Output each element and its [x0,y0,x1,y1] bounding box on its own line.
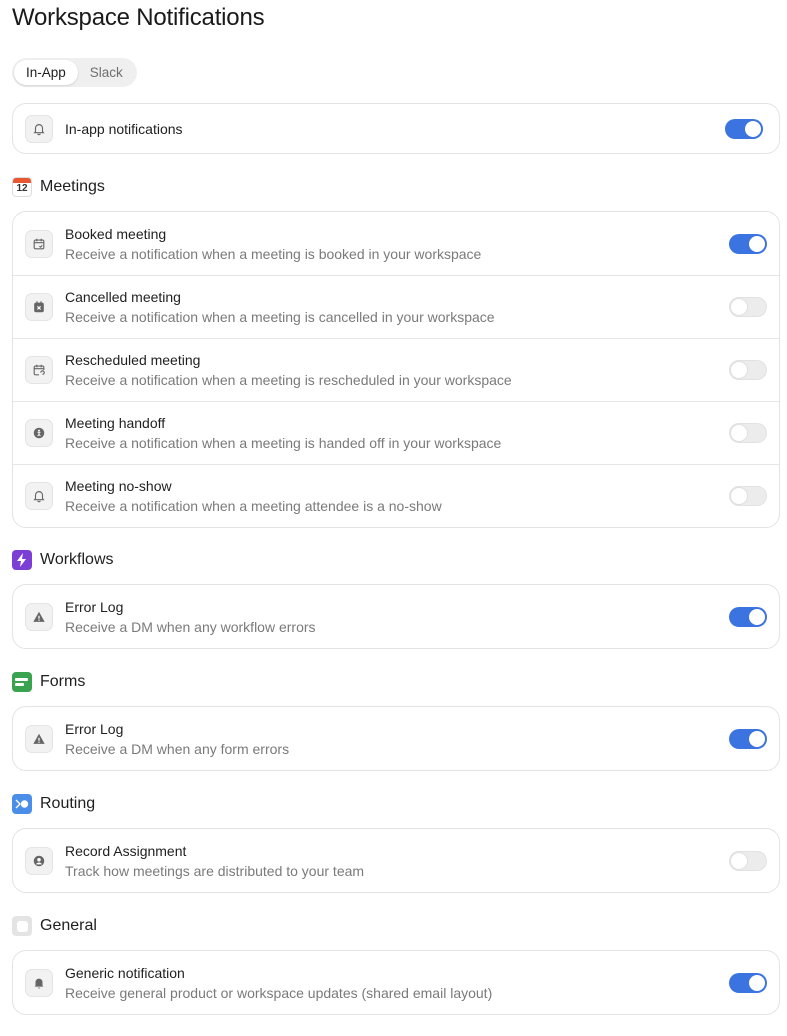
warning-icon [25,724,53,753]
generic-notification-row: Generic notification Receive general pro… [13,951,779,1014]
bell-filled-icon [25,968,53,997]
workflow-error-log-row: Error Log Receive a DM when any workflow… [13,585,779,648]
bell-icon [25,114,53,143]
record-assignment-description: Track how meetings are distributed to yo… [65,862,365,879]
in-app-notifications-row: In-app notifications [13,104,779,153]
bell-icon [25,482,53,510]
booked-meeting-description: Receive a notification when a meeting is… [65,245,482,262]
calendar-12-icon: 12 [12,177,32,197]
meeting-no-show-title: Meeting no-show [65,478,172,494]
routing-card: Record Assignment Track how meetings are… [12,828,780,893]
workflow-error-log-description: Receive a DM when any workflow errors [65,618,316,635]
calendar-check-icon [25,229,53,258]
generic-notification-title: Generic notification [65,964,185,981]
form-error-log-row: Error Log Receive a DM when any form err… [13,707,779,770]
meetings-section-header: 12 Meetings [12,177,105,197]
warning-icon [25,602,53,631]
in-app-notifications-card: In-app notifications [12,103,780,154]
meeting-no-show-toggle[interactable] [729,486,767,506]
generic-notification-toggle[interactable] [729,972,767,993]
general-section-header: General [12,916,97,936]
lightning-icon [12,550,32,570]
rescheduled-meeting-title: Rescheduled meeting [65,352,201,368]
calendar-refresh-icon [25,356,53,384]
routing-icon [12,794,32,814]
record-assignment-row: Record Assignment Track how meetings are… [13,829,779,892]
tab-slack[interactable]: Slack [78,60,135,85]
form-error-log-toggle[interactable] [729,728,767,749]
cancelled-meeting-toggle[interactable] [729,297,767,317]
meeting-handoff-title: Meeting handoff [65,415,166,431]
handoff-icon [25,419,53,447]
workflows-card: Error Log Receive a DM when any workflow… [12,584,780,649]
in-app-notifications-label: In-app notifications [65,120,183,137]
rescheduled-meeting-row: Rescheduled meeting Receive a notificati… [13,338,779,401]
meeting-handoff-description: Receive a notification when a meeting is… [65,435,502,451]
in-app-notifications-toggle[interactable] [725,118,763,139]
general-card: Generic notification Receive general pro… [12,950,780,1015]
booked-meeting-row: Booked meeting Receive a notification wh… [13,212,779,275]
rescheduled-meeting-description: Receive a notification when a meeting is… [65,372,512,388]
meeting-no-show-description: Receive a notification when a meeting at… [65,498,442,514]
calendar-x-icon [25,293,53,321]
meeting-no-show-row: Meeting no-show Receive a notification w… [13,464,779,527]
booked-meeting-toggle[interactable] [729,233,767,254]
form-icon [12,672,32,692]
routing-section-header: Routing [12,794,95,814]
workflows-section-header: Workflows [12,550,114,570]
notification-channel-tabs: In-App Slack [12,58,137,87]
page-title: Workspace Notifications [12,4,265,31]
meetings-section-label: Meetings [40,178,105,195]
general-icon [12,916,32,936]
cancelled-meeting-row: Cancelled meeting Receive a notification… [13,275,779,338]
meeting-handoff-row: Meeting handoff Receive a notification w… [13,401,779,464]
routing-section-label: Routing [40,795,96,812]
workflow-error-log-title: Error Log [65,598,124,615]
forms-section-label: Forms [40,673,86,690]
forms-section-header: Forms [12,672,85,692]
forms-card: Error Log Receive a DM when any form err… [12,706,780,771]
meeting-handoff-toggle[interactable] [729,423,767,443]
general-section-label: General [40,917,97,934]
cancelled-meeting-title: Cancelled meeting [65,289,181,305]
record-assignment-title: Record Assignment [65,842,187,859]
tab-in-app[interactable]: In-App [14,60,78,85]
record-assignment-toggle[interactable] [729,850,767,871]
generic-notification-description: Receive general product or workspace upd… [65,984,493,1001]
form-error-log-description: Receive a DM when any form errors [65,740,290,757]
cancelled-meeting-description: Receive a notification when a meeting is… [65,309,495,325]
rescheduled-meeting-toggle[interactable] [729,360,767,380]
workflows-section-label: Workflows [40,551,114,568]
booked-meeting-title: Booked meeting [65,225,167,242]
meetings-card: Booked meeting Receive a notification wh… [12,211,780,528]
user-circle-icon [25,846,53,875]
workflow-error-log-toggle[interactable] [729,606,767,627]
form-error-log-title: Error Log [65,720,124,737]
